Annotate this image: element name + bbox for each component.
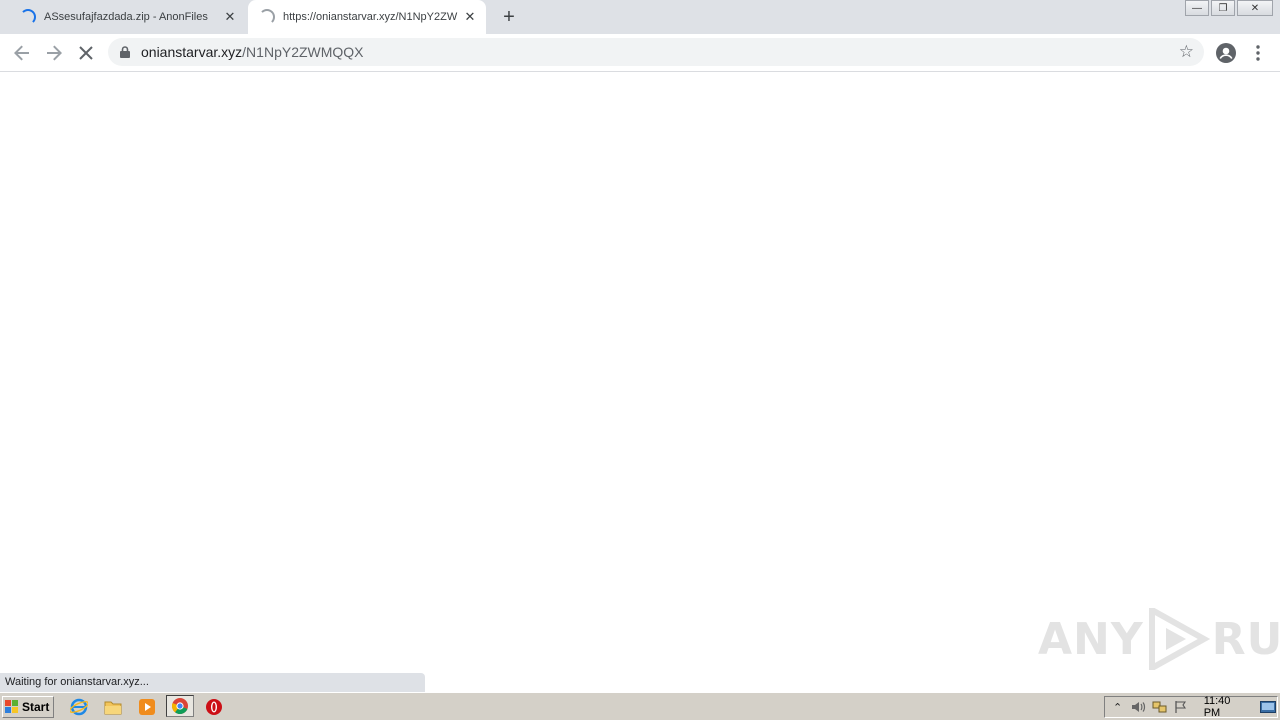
forward-button[interactable] — [42, 41, 66, 65]
menu-button[interactable] — [1246, 41, 1270, 65]
close-x-icon — [79, 46, 93, 60]
action-center-flag-icon[interactable] — [1173, 699, 1190, 715]
minimize-button[interactable]: — — [1185, 0, 1209, 16]
system-tray: ⌃ 11:40 PM — [1104, 695, 1278, 719]
internet-explorer-icon[interactable] — [69, 697, 89, 717]
profile-button[interactable] — [1214, 41, 1238, 65]
new-tab-button[interactable]: + — [498, 6, 520, 28]
tab-anonfiles[interactable]: ASsesufajfazdada.zip - AnonFiles ✕ — [8, 0, 246, 34]
lock-icon — [120, 46, 130, 58]
url-host: onianstarvar.xyz — [141, 44, 243, 60]
file-explorer-icon[interactable] — [103, 697, 123, 717]
show-desktop-icon[interactable] — [1260, 699, 1277, 715]
tab-strip: ASsesufajfazdada.zip - AnonFiles ✕ https… — [0, 0, 1280, 34]
page-content — [0, 72, 1280, 692]
back-button[interactable] — [10, 41, 34, 65]
media-player-icon[interactable] — [137, 697, 157, 717]
forward-arrow-icon — [47, 45, 62, 61]
tab-close-icon[interactable]: ✕ — [222, 9, 238, 25]
tab-title: https://onianstarvar.xyz/N1NpY2ZW — [283, 11, 458, 23]
tab-close-icon[interactable]: ✕ — [462, 9, 478, 25]
tab-title: ASsesufajfazdada.zip - AnonFiles — [44, 11, 208, 23]
watermark-right: RUN — [1211, 613, 1280, 665]
more-vertical-icon — [1256, 45, 1260, 61]
loading-spinner-icon — [259, 9, 275, 25]
loading-spinner-icon — [20, 9, 36, 25]
opera-icon[interactable] — [204, 697, 224, 717]
volume-icon[interactable] — [1130, 699, 1147, 715]
play-logo-icon — [1148, 608, 1210, 670]
restore-button[interactable]: ❐ — [1211, 0, 1235, 16]
url-path: /N1NpY2ZWMQQX — [242, 44, 364, 60]
network-icon[interactable] — [1151, 699, 1168, 715]
start-label: Start — [22, 700, 50, 714]
tab-onianstarvar[interactable]: https://onianstarvar.xyz/N1NpY2ZW ✕ — [248, 0, 486, 34]
anyrun-watermark: ANY RUN — [1038, 608, 1280, 670]
bookmark-star-icon[interactable]: ☆ — [1179, 42, 1194, 62]
stop-loading-button[interactable] — [74, 41, 98, 65]
watermark-left: ANY — [1038, 613, 1144, 665]
start-button[interactable]: Start — [2, 696, 54, 718]
status-bubble: Waiting for onianstarvar.xyz... — [0, 673, 425, 692]
show-hidden-icons-icon[interactable]: ⌃ — [1109, 699, 1126, 715]
window-controls: — ❐ ✕ — [1183, 0, 1273, 18]
back-arrow-icon — [14, 45, 29, 61]
windows-logo-icon — [5, 700, 18, 713]
browser-toolbar: onianstarvar.xyz/N1NpY2ZWMQQX ☆ — [0, 34, 1280, 72]
chrome-icon — [172, 698, 188, 714]
chrome-taskbar-button[interactable] — [166, 695, 194, 717]
taskbar: Start ⌃ 11:40 PM — [0, 692, 1280, 720]
url-text[interactable]: onianstarvar.xyz/N1NpY2ZWMQQX — [141, 44, 364, 60]
close-window-button[interactable]: ✕ — [1237, 0, 1273, 16]
address-bar[interactable]: onianstarvar.xyz/N1NpY2ZWMQQX ☆ — [108, 38, 1204, 66]
clock[interactable]: 11:40 PM — [1204, 695, 1248, 719]
account-icon — [1216, 43, 1236, 63]
